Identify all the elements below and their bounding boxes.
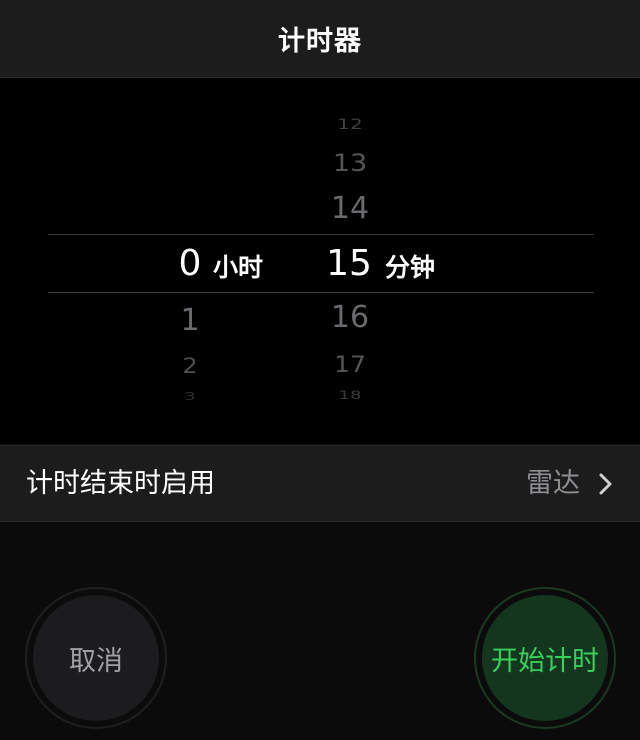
minutes-option[interactable]: 18 bbox=[300, 390, 400, 402]
minutes-option[interactable]: 16 bbox=[300, 303, 400, 333]
page-title: 计时器 bbox=[278, 26, 362, 57]
hours-option[interactable]: 2 bbox=[150, 355, 230, 377]
start-button-label: 开始计时 bbox=[491, 645, 599, 677]
minutes-unit-label: 分钟 bbox=[385, 253, 436, 282]
minutes-option[interactable]: 14 bbox=[300, 194, 400, 224]
nav-bar: 计时器 bbox=[0, 0, 640, 78]
hours-unit-label: 小时 bbox=[213, 253, 264, 282]
when-timer-ends-label: 计时结束时启用 bbox=[26, 468, 215, 499]
timer-picker[interactable]: 0 1 2 3 小时 12 13 14 15 16 17 18 分钟 bbox=[0, 78, 640, 444]
hours-option[interactable]: 1 bbox=[150, 306, 230, 336]
chevron-right-icon bbox=[599, 473, 612, 495]
when-timer-ends-row[interactable]: 计时结束时启用 雷达 bbox=[0, 445, 640, 522]
minutes-option[interactable]: 13 bbox=[300, 151, 400, 175]
start-button-face[interactable]: 开始计时 bbox=[482, 595, 608, 721]
minutes-option[interactable]: 12 bbox=[300, 117, 400, 131]
ringtone-value: 雷达 bbox=[526, 468, 580, 499]
cancel-button-face[interactable]: 取消 bbox=[33, 595, 159, 721]
minutes-selected-value[interactable]: 15 bbox=[299, 246, 399, 282]
start-button[interactable]: 开始计时 bbox=[474, 587, 616, 729]
cancel-button-label: 取消 bbox=[69, 645, 123, 677]
minutes-option[interactable]: 17 bbox=[300, 353, 400, 376]
cancel-button[interactable]: 取消 bbox=[25, 587, 167, 729]
hours-option[interactable]: 3 bbox=[150, 392, 230, 402]
